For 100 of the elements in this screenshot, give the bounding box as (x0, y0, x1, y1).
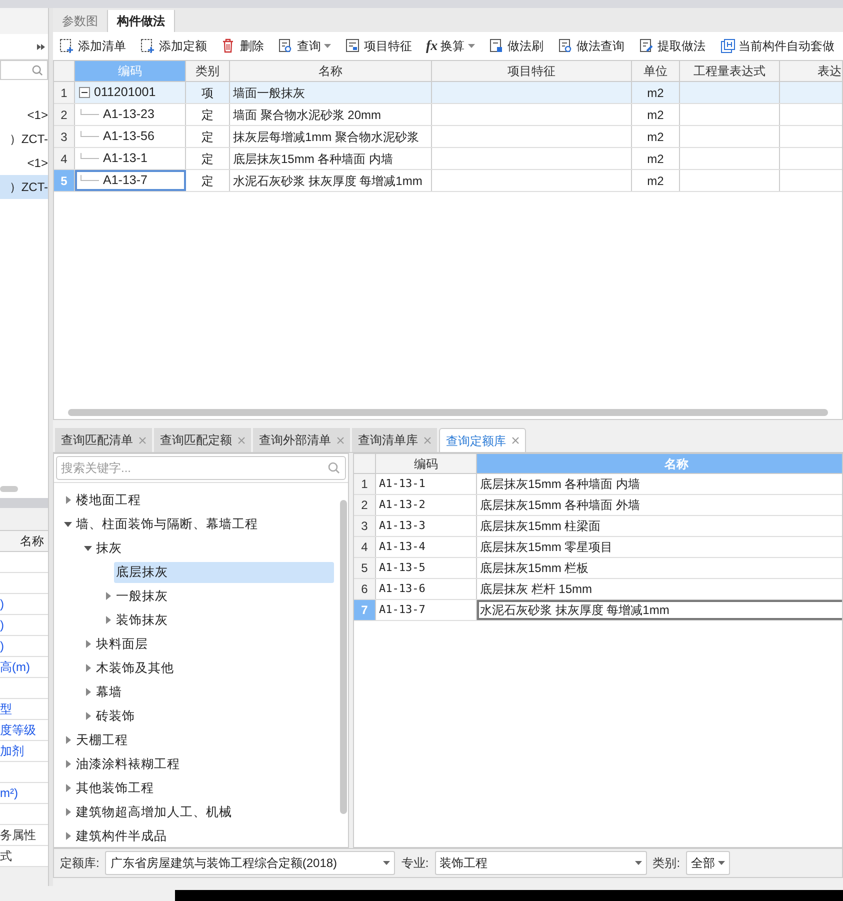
close-icon[interactable] (424, 436, 431, 444)
tree-item[interactable]: 建筑物超高增加人工、机械 (74, 802, 234, 822)
toolbar-button[interactable]: 当前构件自动套做 (720, 35, 835, 57)
column-header[interactable]: 名称 (230, 61, 432, 81)
tab[interactable]: 查询匹配清单 (55, 428, 152, 452)
table-row[interactable]: 3 A1-13-3 底层抹灰15mm 柱梁面 (354, 516, 842, 537)
table-row[interactable]: 7 A1-13-7 水泥石灰砂浆 抹灰厚度 每增减1mm (354, 600, 842, 621)
expand-arrow-icon[interactable] (64, 760, 72, 768)
column-header[interactable]: 项目特征 (432, 61, 632, 81)
toolbar-button[interactable]: 做法刷 (488, 35, 544, 57)
tree-item[interactable]: 装饰抹灰 (114, 610, 170, 630)
column-header[interactable]: 工程量表达式 (680, 61, 780, 81)
tab[interactable]: 查询匹配定额 (154, 428, 251, 452)
caret-icon (634, 861, 642, 865)
toolbar-button[interactable]: 做法查询 (558, 35, 625, 57)
search-icon[interactable] (328, 462, 340, 474)
toolbar-button[interactable]: 删除 (221, 35, 264, 57)
tree-item[interactable]: 其他装饰工程 (74, 778, 156, 798)
tab[interactable]: 查询清单库 (352, 428, 437, 452)
row-number: 2 (54, 104, 75, 125)
close-icon[interactable] (512, 437, 519, 444)
table-cell-text: 底层抹灰15mm 栏板 (479, 560, 590, 577)
tree-item[interactable]: 墙、柱面装饰与隔断、幕墙工程 (74, 514, 260, 534)
tree-item[interactable]: 砖装饰 (94, 706, 137, 726)
row-number: 7 (354, 600, 376, 620)
column-header[interactable]: 单位 (632, 61, 680, 81)
pen-document-icon (638, 38, 655, 54)
close-icon[interactable] (337, 436, 344, 444)
expand-arrow-icon[interactable] (84, 688, 92, 696)
table-cell: 定 (186, 148, 230, 169)
search-document-icon (278, 38, 294, 54)
expand-arrow-icon[interactable] (64, 736, 72, 744)
expand-icon[interactable] (37, 42, 45, 50)
table-row[interactable]: 2 A1-13-2 底层抹灰15mm 各种墙面 外墙 (354, 495, 842, 516)
toolbar-button[interactable]: 查询 (278, 35, 331, 57)
property-name: m²) (0, 785, 18, 802)
list-item[interactable]: <1> (0, 103, 48, 127)
search-field[interactable]: 搜索关键字... (56, 456, 346, 480)
table-cell: m2 (632, 104, 680, 125)
expand-arrow-icon[interactable] (84, 664, 92, 672)
row-number: 3 (54, 126, 75, 147)
expand-arrow-icon[interactable] (104, 592, 112, 600)
expand-arrow-icon[interactable] (64, 496, 72, 504)
expand-arrow-icon[interactable] (64, 808, 72, 816)
table-cell: A1-13-5 (376, 558, 477, 578)
expand-arrow-icon[interactable] (84, 640, 92, 648)
function-icon: fx (426, 36, 438, 56)
close-icon[interactable] (139, 436, 146, 444)
tree-item[interactable]: 天棚工程 (74, 730, 130, 750)
collapse-arrow-icon[interactable] (64, 520, 72, 528)
horizontal-scrollbar[interactable] (0, 486, 18, 492)
tree-item[interactable]: 幕墙 (94, 682, 124, 702)
tab[interactable]: 查询定额库 (439, 428, 526, 452)
list-item[interactable]: ）ZCT- (0, 127, 48, 151)
table-row[interactable]: 4 A1-13-1 定 底层抹灰15mm 各种墙面 内墙 m2 (54, 148, 842, 170)
expand-arrow-icon[interactable] (64, 784, 72, 792)
toolbar-button[interactable]: 项目特征 (345, 35, 412, 57)
table-row[interactable]: 4 A1-13-4 底层抹灰15mm 零星项目 (354, 537, 842, 558)
tab[interactable]: 构件做法 (108, 10, 175, 32)
tree-item[interactable]: 底层抹灰 (114, 562, 334, 582)
column-header[interactable]: 类别 (186, 61, 230, 81)
toolbar-button[interactable]: 添加定额 (140, 35, 207, 57)
table-row[interactable]: 2 A1-13-23 定 墙面 聚合物水泥砂浆 20mm m2 (54, 104, 842, 126)
search-document-icon (558, 38, 574, 54)
collapse-arrow-icon[interactable] (84, 544, 92, 552)
table-row[interactable]: 6 A1-13-6 底层抹灰 栏杆 15mm (354, 579, 842, 600)
expand-arrow-icon[interactable] (64, 832, 72, 840)
horizontal-scrollbar[interactable] (68, 409, 828, 416)
collapse-icon[interactable] (79, 87, 90, 98)
table-row[interactable]: 5 A1-13-7 定 水泥石灰砂浆 抹灰厚度 每增减1mm m2 (54, 170, 842, 192)
dropdown[interactable]: 广东省房屋建筑与装饰工程综合定额(2018) (105, 851, 396, 875)
table-cell: A1-13-1 (376, 474, 477, 494)
close-icon[interactable] (238, 436, 245, 444)
list-item[interactable]: ）ZCT- (0, 175, 48, 199)
vertical-scrollbar[interactable] (340, 500, 346, 814)
toolbar-button[interactable]: 添加清单 (59, 35, 126, 57)
list-item[interactable]: <1> (0, 151, 48, 175)
dropdown[interactable]: 装饰工程 (434, 851, 647, 875)
table-row[interactable]: 5 A1-13-5 底层抹灰15mm 栏板 (354, 558, 842, 579)
tree-item[interactable]: 建筑构件半成品 (74, 826, 169, 846)
tree-item[interactable]: 一般抹灰 (114, 586, 170, 606)
row-number: 4 (54, 148, 75, 169)
table-cell-text: 底层抹灰15mm 各种墙面 内墙 (479, 476, 642, 493)
expand-arrow-icon[interactable] (84, 712, 92, 720)
table-row[interactable]: 3 A1-13-56 定 抹灰层每增减1mm 聚合物水泥砂浆 m2 (54, 126, 842, 148)
table-row[interactable]: 1 011201001 项 墙面一般抹灰 m2 (54, 82, 842, 104)
dropdown[interactable]: 全部 (686, 851, 730, 875)
tree-item[interactable]: 块料面层 (94, 634, 150, 654)
tree-item[interactable]: 楼地面工程 (74, 490, 143, 510)
table-row[interactable]: 1 A1-13-1 底层抹灰15mm 各种墙面 内墙 (354, 474, 842, 495)
toolbar-button[interactable]: 提取做法 (638, 35, 706, 57)
search-field[interactable] (0, 60, 48, 80)
expand-arrow-icon[interactable] (104, 616, 112, 624)
tree-item[interactable]: 油漆涂料裱糊工程 (74, 754, 182, 774)
tree-item[interactable]: 抹灰 (94, 538, 124, 558)
toolbar-button[interactable]: fx 换算 (426, 35, 475, 57)
tree-item[interactable]: 木装饰及其他 (94, 658, 176, 678)
caret-icon (718, 861, 726, 865)
column-header[interactable]: 表达 (780, 61, 842, 81)
tab[interactable]: 查询外部清单 (253, 428, 350, 452)
